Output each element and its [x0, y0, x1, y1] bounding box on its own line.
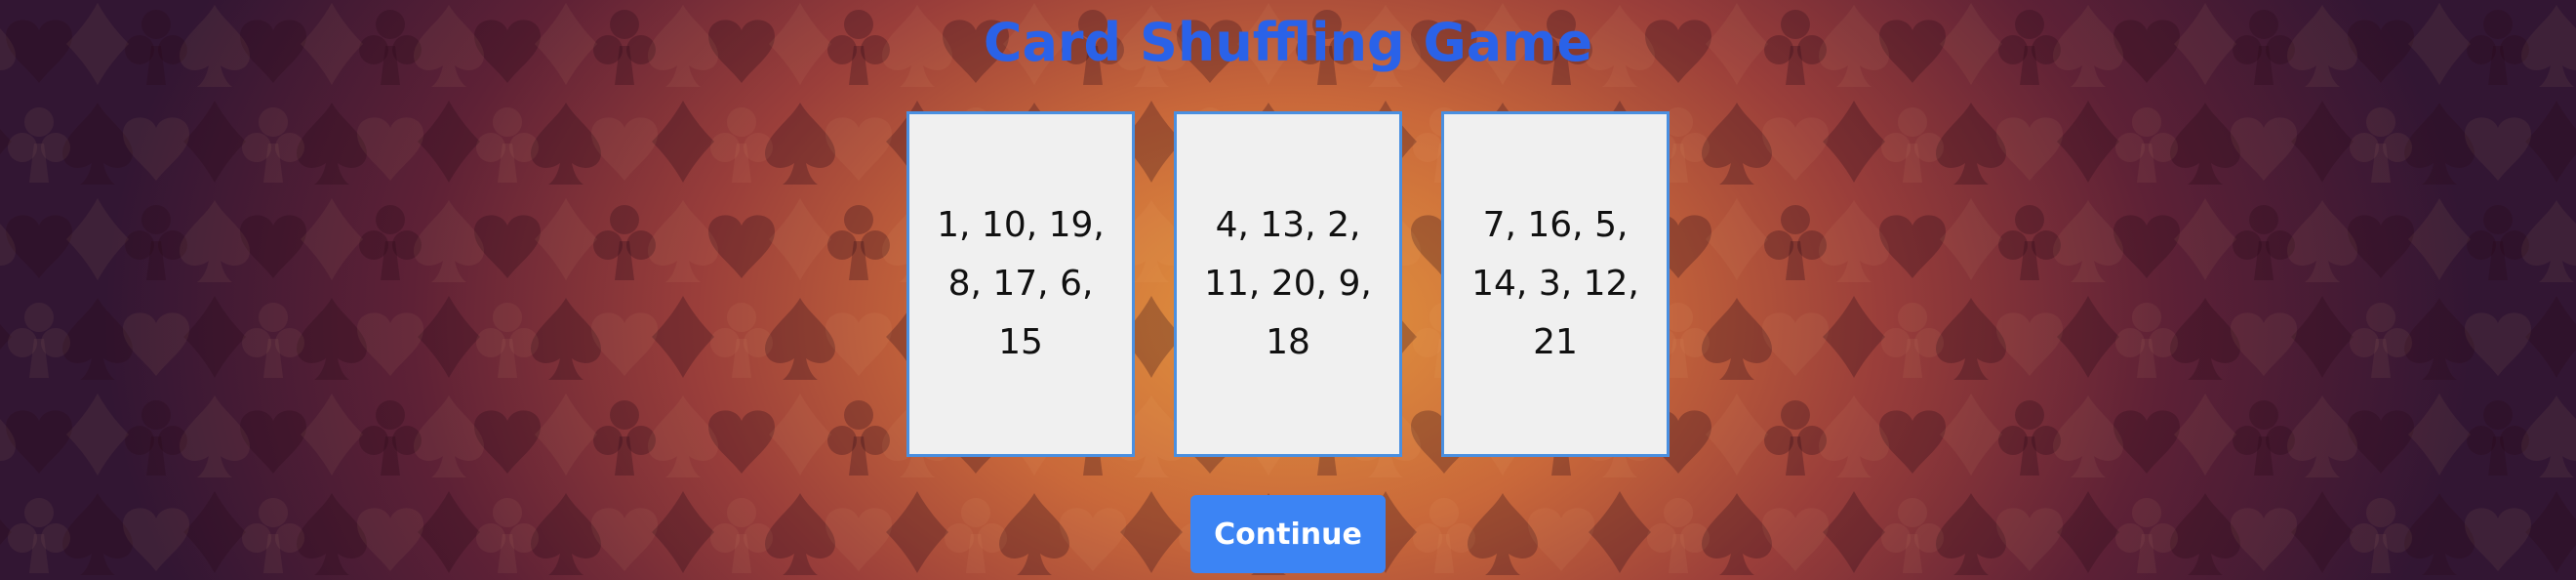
card-pile-1[interactable]: 1, 10, 19, 8, 17, 6, 15 — [906, 111, 1135, 457]
card-pile-2-numbers: 4, 13, 2, 11, 20, 9, 18 — [1204, 205, 1372, 362]
card-pile-3-numbers: 7, 16, 5, 14, 3, 12, 21 — [1471, 205, 1639, 362]
card-pile-3[interactable]: 7, 16, 5, 14, 3, 12, 21 — [1441, 111, 1670, 457]
continue-button[interactable]: Continue — [1190, 495, 1386, 573]
page-title: Card Shuffling Game — [983, 12, 1593, 73]
card-pile-1-numbers: 1, 10, 19, 8, 17, 6, 15 — [937, 205, 1105, 362]
card-piles: 1, 10, 19, 8, 17, 6, 15 4, 13, 2, 11, 20… — [0, 111, 2576, 457]
card-pile-2[interactable]: 4, 13, 2, 11, 20, 9, 18 — [1174, 111, 1402, 457]
